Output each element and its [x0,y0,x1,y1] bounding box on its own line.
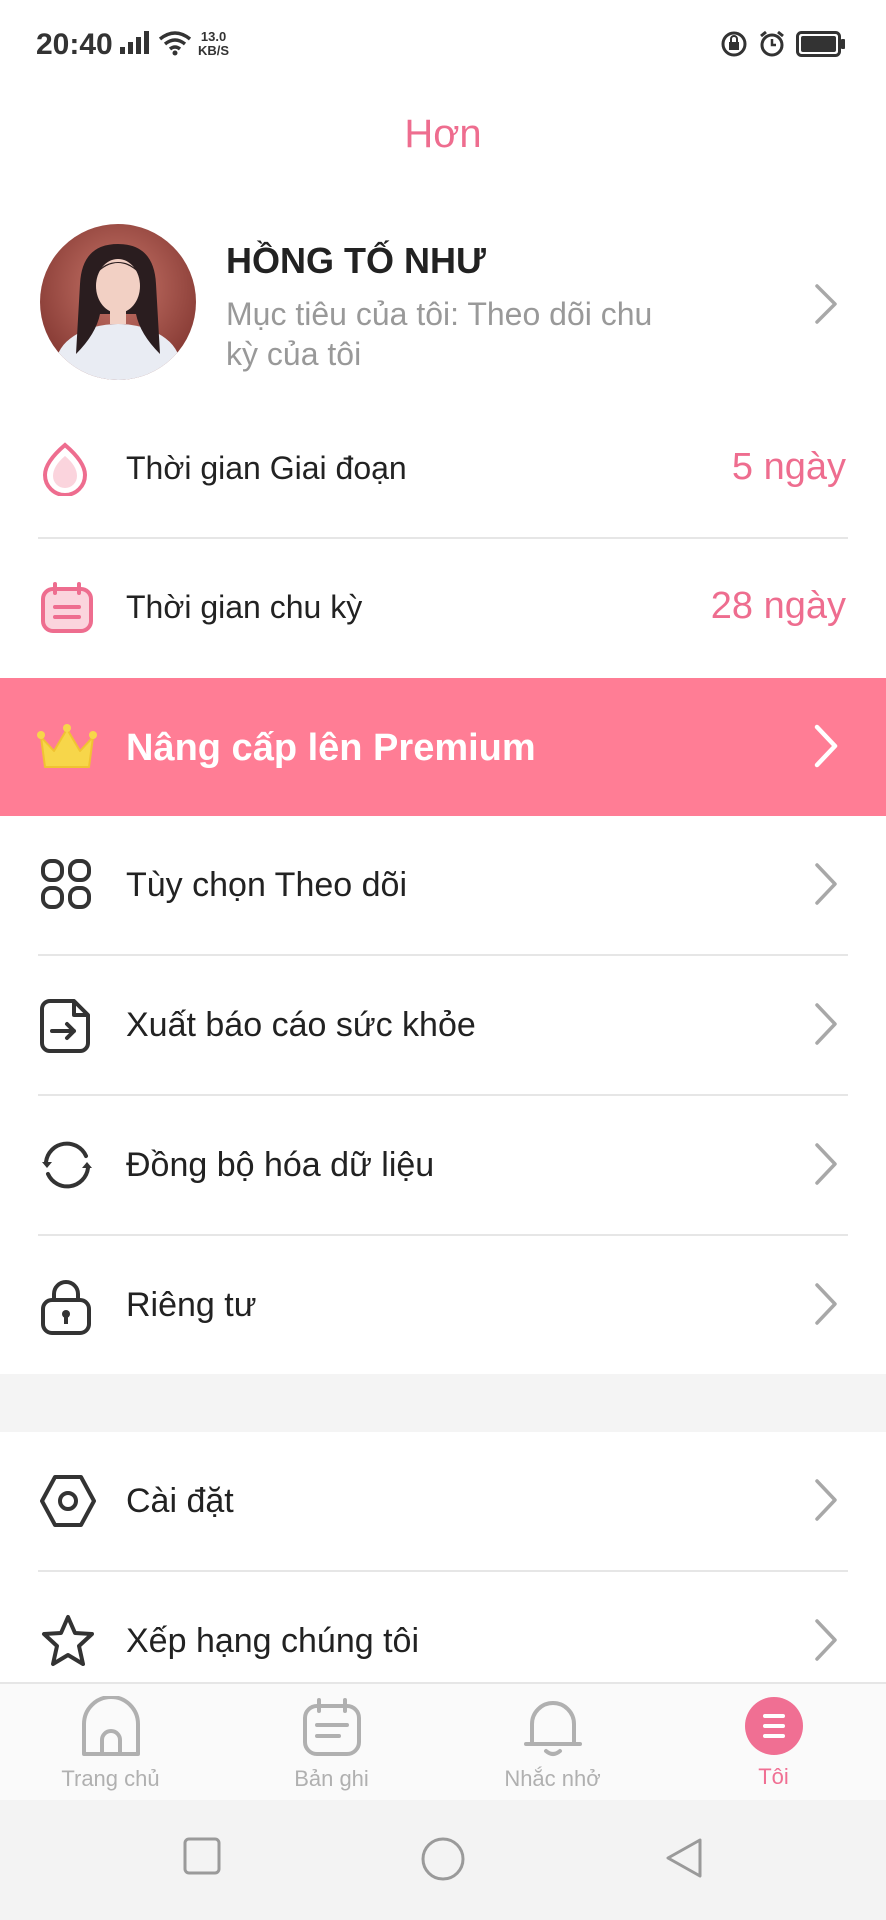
page-title: Hơn [404,112,482,156]
nav-tab-me[interactable]: Tôi [663,1684,884,1802]
signal-icon [120,31,152,60]
chevron-right-icon [812,1616,840,1669]
nav-label: Bản ghi [294,1766,369,1791]
home-button-icon[interactable] [420,1836,466,1887]
status-icons [720,30,846,63]
network-speed-unit: KB/S [198,43,230,58]
stat-label: Thời gian Giai đoạn [126,450,407,486]
menu-item-label: Xếp hạng chúng tôi [126,1622,420,1660]
status-bar: 20:40 13.0 KB/S [0,0,886,92]
menu-item-label: Cài đặt [126,1482,234,1520]
profile-goal: Mục tiêu của tôi: Theo dõi chu kỳ của tô… [226,296,653,372]
nav-tab-records[interactable]: Bản ghi [221,1684,442,1802]
rotation-lock-icon [720,30,748,63]
menu-item-label: Riêng tư [126,1286,257,1324]
nav-label: Trang chủ [61,1766,160,1791]
crown-icon [36,723,98,778]
stat-row-period[interactable]: Thời gian Giai đoạn 5 ngày [0,400,886,539]
premium-label: Nâng cấp lên Premium [126,727,536,769]
chevron-right-icon [812,1140,840,1193]
bell-icon [522,1696,584,1763]
sync-icon [40,1138,94,1197]
star-icon [40,1614,96,1673]
grid-icon [40,858,92,915]
profile-card[interactable]: HỒNG TỐ NHƯ Mục tiêu của tôi: Theo dõi c… [0,220,886,390]
stat-value: 5 ngày [731,446,846,488]
nav-label: Nhắc nhở [504,1766,601,1791]
chevron-right-icon [812,282,840,331]
home-icon [80,1695,142,1763]
stat-row-cycle[interactable]: Thời gian chu kỳ 28 ngày [0,539,886,678]
chevron-right-icon [812,722,840,775]
menu-item-label: Xuất báo cáo sức khỏe [126,1006,476,1044]
chevron-right-icon [812,860,840,913]
lock-icon [40,1278,92,1341]
stat-value: 28 ngày [710,585,846,627]
stat-label: Thời gian chu kỳ [126,589,363,625]
menu-item-sync-data[interactable]: Đồng bộ hóa dữ liệu [0,1096,886,1236]
calendar-icon [301,1696,363,1763]
alarm-icon [758,30,786,63]
nav-label: Tôi [758,1764,789,1789]
profile-name: HỒNG TỐ NHƯ [226,240,486,281]
menu-icon [744,1696,804,1761]
nav-tab-reminders[interactable]: Nhắc nhở [442,1684,663,1802]
premium-upgrade-banner[interactable]: Nâng cấp lên Premium [0,678,886,816]
recent-apps-icon[interactable] [182,1836,222,1881]
menu-item-settings[interactable]: Cài đặt [0,1432,886,1572]
wifi-icon [158,30,192,61]
network-speed: 13.0 KB/S [198,30,229,58]
network-speed-value: 13.0 [200,29,227,44]
back-icon[interactable] [664,1836,704,1885]
chevron-right-icon [812,1280,840,1333]
nav-tab-home[interactable]: Trang chủ [0,1684,221,1802]
menu-item-tracking-options[interactable]: Tùy chọn Theo dõi [0,816,886,956]
menu-item-export-report[interactable]: Xuất báo cáo sức khỏe [0,956,886,1096]
section-divider [0,1374,886,1432]
chevron-right-icon [812,1000,840,1053]
settings-icon [40,1474,96,1533]
drop-icon [40,442,90,501]
bottom-nav: Trang chủ Bản ghi Nhắc nhở Tôi [0,1682,886,1800]
status-time: 20:40 [36,28,113,61]
calendar-icon [40,581,94,640]
avatar[interactable] [40,224,196,380]
menu-item-privacy[interactable]: Riêng tư [0,1236,886,1376]
menu-item-label: Tùy chọn Theo dõi [126,866,407,904]
export-report-icon [40,998,92,1059]
menu-item-label: Đồng bộ hóa dữ liệu [126,1146,435,1184]
system-nav-bar [0,1800,886,1920]
battery-icon [796,31,846,62]
chevron-right-icon [812,1476,840,1529]
